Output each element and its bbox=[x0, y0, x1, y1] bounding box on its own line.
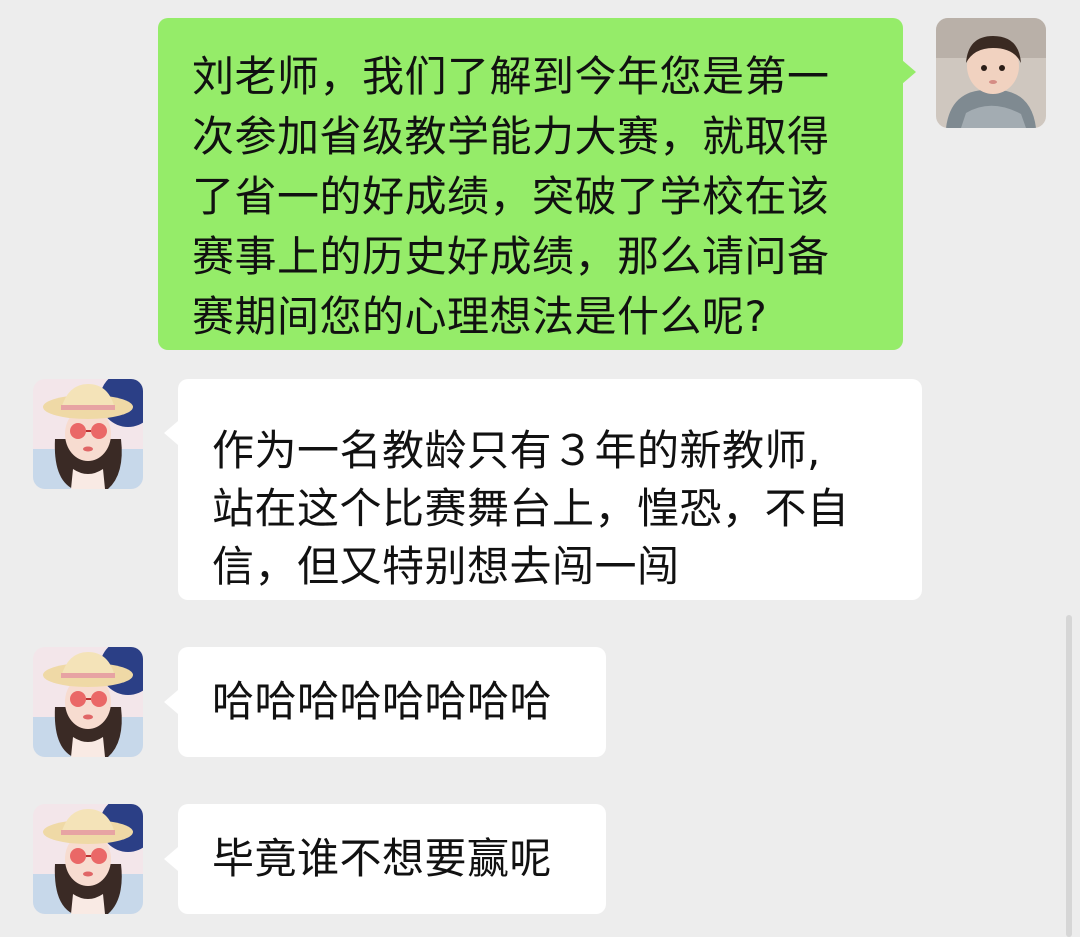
woman-sunhat-avatar-icon bbox=[33, 379, 143, 489]
bubble-tail bbox=[902, 60, 916, 84]
message-text-line: 赛事上的历史好成绩，那么请问备 bbox=[192, 232, 830, 281]
message-text-line: 作为一名教龄只有３年的新教师, bbox=[212, 426, 821, 475]
message-text-line: 赛期间您的心理想法是什么呢? bbox=[192, 292, 768, 341]
avatar-self[interactable] bbox=[936, 18, 1046, 128]
avatar-other[interactable] bbox=[33, 379, 143, 489]
woman-sunhat-avatar-icon bbox=[33, 647, 143, 757]
message-bubble-received[interactable]: 作为一名教龄只有３年的新教师, 站在这个比赛舞台上，惶恐，不自 信，但又特别想去… bbox=[178, 379, 922, 600]
message-bubble-received[interactable]: 哈哈哈哈哈哈哈哈 bbox=[178, 647, 606, 757]
woman-sunhat-avatar-icon bbox=[33, 804, 143, 914]
message-text-line: 刘老师，我们了解到今年您是第一 bbox=[192, 52, 830, 101]
child-avatar-icon bbox=[936, 18, 1046, 128]
message-bubble-sent[interactable]: 刘老师，我们了解到今年您是第一 次参加省级教学能力大赛，就取得 了省一的好成绩，… bbox=[158, 18, 903, 350]
message-text-line: 了省一的好成绩，突破了学校在该 bbox=[192, 172, 830, 221]
avatar-other[interactable] bbox=[33, 804, 143, 914]
bubble-tail bbox=[164, 847, 178, 871]
scrollbar[interactable] bbox=[1066, 615, 1072, 937]
message-bubble-received[interactable]: 毕竟谁不想要赢呢 bbox=[178, 804, 606, 914]
message-text-line: 站在这个比赛舞台上，惶恐，不自 bbox=[212, 484, 850, 533]
message-text-line: 信，但又特别想去闯一闯 bbox=[212, 542, 680, 591]
bubble-tail bbox=[164, 421, 178, 445]
message-text-line: 哈哈哈哈哈哈哈哈 bbox=[212, 677, 553, 726]
message-text-line: 毕竟谁不想要赢呢 bbox=[212, 834, 553, 883]
bubble-tail bbox=[164, 690, 178, 714]
chat-conversation[interactable]: 刘老师，我们了解到今年您是第一 次参加省级教学能力大赛，就取得 了省一的好成绩，… bbox=[0, 0, 1080, 937]
avatar-other[interactable] bbox=[33, 647, 143, 757]
message-text-line: 次参加省级教学能力大赛，就取得 bbox=[192, 112, 830, 161]
